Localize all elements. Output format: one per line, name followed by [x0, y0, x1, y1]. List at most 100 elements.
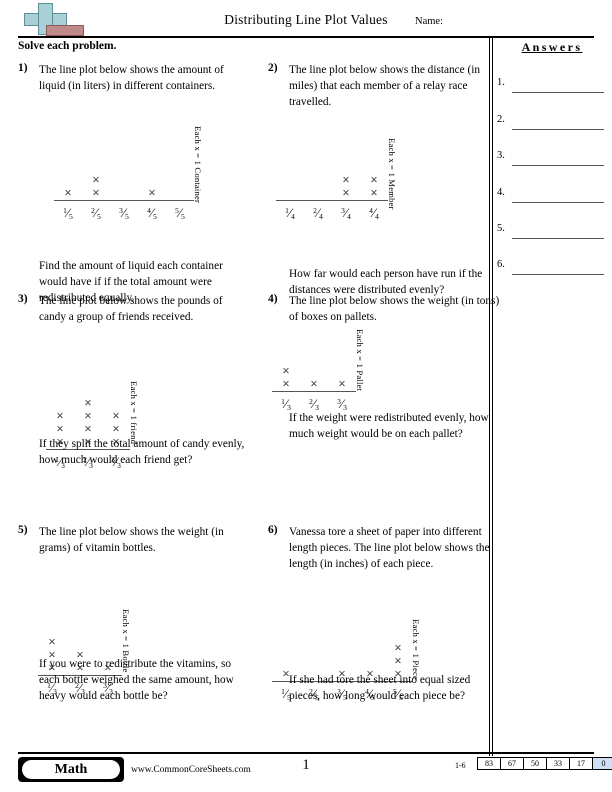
plot-x-mark: ✕	[148, 188, 156, 199]
plot-column: ✕	[300, 378, 328, 391]
problem-number: 3)	[18, 293, 28, 305]
plot-x-mark: ✕	[282, 366, 290, 377]
problem-number: 4)	[268, 293, 278, 305]
answer-blank-line[interactable]	[512, 274, 604, 275]
answer-number: 3.	[497, 150, 505, 161]
name-field-label: Name:	[415, 16, 443, 27]
answer-blank-line[interactable]	[512, 92, 604, 93]
plot-column: ✕	[138, 187, 166, 200]
plot-tick: 5⁄5	[166, 203, 194, 221]
score-range-label: 1-6	[455, 761, 466, 770]
plot-column: ✕ ✕	[272, 365, 300, 391]
problem-question: If she had tore the sheet into equal siz…	[289, 674, 471, 703]
tick-fraction: 2⁄5	[91, 205, 101, 221]
score-box: 50	[523, 757, 546, 770]
answer-number: 5.	[497, 223, 505, 234]
instruction-text: Solve each problem.	[18, 40, 117, 52]
score-box: 17	[569, 757, 592, 770]
answer-blank-line[interactable]	[512, 202, 604, 203]
answer-blank-line[interactable]	[512, 165, 604, 166]
plot-column: ✕	[328, 378, 356, 391]
problem-number: 2)	[268, 62, 278, 74]
plot-x-mark: ✕	[112, 424, 120, 435]
tick-fraction: 1⁄4	[285, 205, 295, 221]
plot-x-mark: ✕	[282, 379, 290, 390]
tick-fraction: 1⁄5	[63, 205, 73, 221]
plot-column: ✕	[54, 187, 82, 200]
tick-fraction: 5⁄5	[175, 205, 185, 221]
plot-legend: Each x = 1 Container	[193, 126, 203, 204]
tick-fraction: 2⁄4	[313, 205, 323, 221]
plot-tick-labels: 1⁄3 2⁄3 3⁄3	[272, 394, 356, 412]
plot-x-mark: ✕	[342, 175, 350, 186]
plot-tick: 2⁄3	[300, 394, 328, 412]
plot-legend: Each x = 1 Pallet	[355, 329, 365, 392]
plot-column: ✕ ✕	[332, 174, 360, 200]
problem-question: If they split the total amount of candy …	[39, 438, 245, 467]
tick-fraction: 2⁄3	[309, 396, 319, 412]
plot-tick: 1⁄5	[54, 203, 82, 221]
answer-blank-line[interactable]	[512, 129, 604, 130]
tick-fraction: 4⁄4	[369, 205, 379, 221]
plot-axis-line	[54, 200, 194, 201]
plot-x-mark: ✕	[370, 188, 378, 199]
tick-fraction: 3⁄5	[119, 205, 129, 221]
score-box: 83	[477, 757, 500, 770]
tick-fraction: 3⁄3	[337, 396, 347, 412]
plot-x-mark: ✕	[56, 411, 64, 422]
score-box: 67	[500, 757, 523, 770]
plot-x-mark: ✕	[342, 188, 350, 199]
plot-legend: Each x = 1 friend	[129, 381, 139, 445]
plot-tick: 3⁄5	[110, 203, 138, 221]
tick-fraction: 4⁄5	[147, 205, 157, 221]
plot-x-mark: ✕	[84, 424, 92, 435]
plot-x-mark: ✕	[64, 188, 72, 199]
answer-row: 4.	[497, 187, 605, 203]
problem-statement: Vanessa tore a sheet of paper into diffe…	[289, 526, 490, 571]
plot-tick-labels: 1⁄5 2⁄5 3⁄5 4⁄5 5⁄5	[54, 203, 194, 221]
answer-row: 2.	[497, 114, 605, 130]
plot-legend: Each x = 1 Piece	[411, 619, 421, 681]
problem-number: 6)	[268, 524, 278, 536]
answers-column-divider	[489, 36, 493, 756]
plot-x-mark: ✕	[370, 175, 378, 186]
plot-axis-line	[276, 200, 388, 201]
problem-number: 1)	[18, 62, 28, 74]
plot-column: ✕ ✕	[82, 174, 110, 200]
plot-tick: 3⁄4	[332, 203, 360, 220]
answer-row: 6.	[497, 259, 605, 275]
plot-tick: 4⁄4	[360, 203, 388, 221]
plot-axis-line	[272, 391, 356, 392]
problem-statement: The line plot below shows the weight (in…	[289, 295, 500, 324]
plot-tick: 2⁄4	[304, 203, 332, 221]
answer-number: 4.	[497, 187, 505, 198]
line-plot: ✕ ✕ ✕ ✕ 1⁄3 2⁄3 3⁄3 Each x = 1 Pallet	[272, 329, 390, 411]
problem-question: If the weight were redistributed evenly,…	[289, 412, 489, 441]
problem-statement: The line plot below shows the pounds of …	[39, 295, 223, 324]
problem-statement: The line plot below shows the weight (in…	[39, 526, 224, 555]
plot-x-mark: ✕	[48, 637, 56, 648]
page-header: Distributing Line Plot Values Name:	[0, 0, 612, 40]
plot-tick: 4⁄5	[138, 203, 166, 221]
problem-statement: The line plot below shows the distance (…	[289, 64, 481, 109]
plot-x-mark: ✕	[112, 411, 120, 422]
line-plot: ✕ ✕ ✕ ✕ 1⁄5 2⁄5 3⁄5 4⁄5 5⁄5 Each x = 1 Container	[54, 126, 228, 220]
header-divider	[18, 36, 594, 38]
footer-divider	[18, 752, 594, 754]
answer-row: 1.	[497, 77, 605, 93]
plot-legend: Each x = 1 Member	[387, 138, 397, 210]
answer-row: 3.	[497, 150, 605, 166]
answer-blank-line[interactable]	[512, 238, 604, 239]
plot-tick: 3⁄3	[328, 394, 356, 412]
plot-x-mark: ✕	[394, 656, 402, 667]
plot-x-mark: ✕	[84, 398, 92, 409]
plot-column: ✕ ✕	[360, 174, 388, 200]
plot-x-mark: ✕	[92, 188, 100, 199]
answer-row: 5.	[497, 223, 605, 239]
tick-fraction: 1⁄3	[281, 396, 291, 412]
problem-number: 5)	[18, 524, 28, 536]
plot-tick: 2⁄5	[82, 203, 110, 221]
score-box: 0	[592, 757, 612, 770]
plot-x-mark: ✕	[338, 379, 346, 390]
answers-heading: Answers	[521, 40, 583, 54]
